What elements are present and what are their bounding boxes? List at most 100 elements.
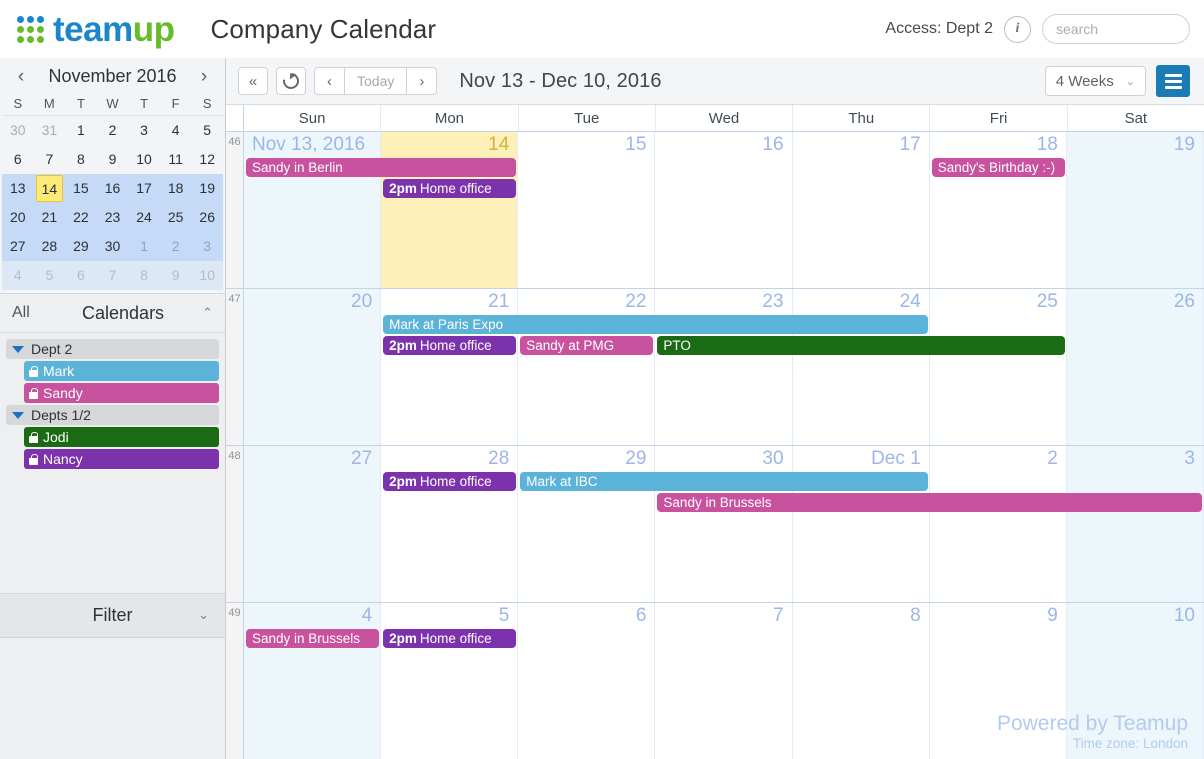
mini-day-cell[interactable]: 26 [191,203,223,232]
mini-day-cell[interactable]: 3 [128,116,160,145]
triangle-down-icon[interactable] [12,411,24,419]
event-title: Mark at Paris Expo [389,317,504,332]
mini-day-cell[interactable]: 27 [2,232,34,261]
calendar-event[interactable]: 2pm Home office [383,179,517,198]
mini-day-cell[interactable]: 7 [34,145,66,174]
view-select[interactable]: 4 Weeks ⌄ [1044,66,1146,96]
day-number: 30 [762,448,784,469]
mini-day-cell[interactable]: 25 [160,203,192,232]
mini-day-cell[interactable]: 12 [191,145,223,174]
mini-day-cell[interactable]: 23 [97,203,129,232]
mini-day-cell[interactable]: 10 [128,145,160,174]
mini-day-cell[interactable]: 10 [191,261,223,290]
mini-day-cell[interactable]: 4 [2,261,34,290]
event-time: 2pm [389,338,417,353]
mini-day-cell[interactable]: 4 [160,116,192,145]
logo-text-team: team [53,9,133,49]
calendar-event[interactable]: 2pm Home office [383,472,517,491]
calendar-group-row[interactable]: Depts 1/2 [6,405,219,425]
refresh-icon [279,69,303,93]
mini-day-cell[interactable]: 7 [97,261,129,290]
mini-day-cell[interactable]: 24 [128,203,160,232]
week-days: Nov 13, 2016 14 15 16 17 18 19 Sandy in Berlin 2… [244,132,1204,288]
mini-day-cell[interactable]: 17 [128,174,160,203]
calendar-item[interactable]: Sandy [24,383,219,403]
day-number: Dec 1 [871,448,921,469]
info-icon[interactable]: i [1004,15,1031,43]
mini-day-cell[interactable]: 2 [160,232,192,261]
calendar-group-row[interactable]: Dept 2 [6,339,219,359]
calendar-event[interactable]: 2pm Home office [383,629,517,648]
mini-day-cell[interactable]: 8 [128,261,160,290]
mini-day-cell[interactable]: 18 [160,174,192,203]
mini-day-cell[interactable]: 5 [34,261,66,290]
mini-day-cell[interactable]: 15 [65,174,97,203]
calendar-group-label: Depts 1/2 [31,407,91,423]
mini-day-cell[interactable]: 3 [191,232,223,261]
page-title: Company Calendar [210,13,437,44]
mini-day-cell[interactable]: 28 [34,232,66,261]
calendar-item[interactable]: Nancy [24,449,219,469]
teamup-logo[interactable]: teamup [0,9,175,49]
mini-day-cell[interactable]: 30 [2,116,34,145]
chevron-up-icon[interactable]: ⌃ [202,305,213,321]
search-box[interactable] [1042,14,1204,44]
chevron-down-icon: ⌄ [1125,75,1135,88]
event-title: Home office [419,474,492,489]
mini-day-cell[interactable]: 6 [2,145,34,174]
mini-day-cell[interactable]: 1 [65,116,97,145]
mini-day-cell[interactable]: 13 [2,174,34,203]
mini-day-cell[interactable]: 29 [65,232,97,261]
mini-day-today[interactable]: 14 [35,175,64,202]
mini-day-cell[interactable]: 11 [160,145,192,174]
mini-day-cell[interactable]: 5 [191,116,223,145]
today-button[interactable]: Today [345,67,408,95]
refresh-button[interactable] [276,67,306,95]
search-input[interactable] [1056,21,1204,37]
calendar-event[interactable]: PTO [657,336,1065,355]
calendar-event[interactable]: Sandy at PMG [520,336,654,355]
mini-day-cell[interactable]: 19 [191,174,223,203]
mini-day-cell[interactable]: 8 [65,145,97,174]
calendar-event[interactable]: Sandy in Berlin [246,158,517,177]
mini-day-cell[interactable]: 9 [97,145,129,174]
mini-dow-cell: S [13,96,23,111]
day-number: 25 [1036,291,1058,312]
calendar-item[interactable]: Mark [24,361,219,381]
prev-period-button[interactable]: ‹ [314,67,345,95]
mini-day-cell[interactable]: 1 [128,232,160,261]
calendar-event[interactable]: Sandy's Birthday :-) [931,158,1065,177]
mini-day-cell[interactable]: 22 [65,203,97,232]
filter-panel-header[interactable]: Filter ⌄ [0,593,225,638]
mini-day-cell[interactable]: 30 [97,232,129,261]
next-period-button[interactable]: › [407,67,438,95]
mini-day-cell[interactable]: 6 [65,261,97,290]
lock-icon [29,431,38,443]
triangle-down-icon[interactable] [12,345,24,353]
mini-next-month-button[interactable]: › [195,67,213,86]
day-number: 5 [498,605,510,626]
collapse-sidebar-button[interactable]: « [238,67,268,95]
week-events-layer: 2pm Home office Mark at IBC Sandy in Brusse… [244,472,1204,602]
chevron-down-icon[interactable]: ⌄ [198,607,209,623]
mini-prev-month-button[interactable]: ‹ [12,67,30,86]
event-title: Sandy at PMG [526,338,615,353]
mini-day-cell[interactable]: 9 [160,261,192,290]
mini-day-cell[interactable]: 2 [97,116,129,145]
mini-day-cell[interactable]: 31 [34,116,66,145]
day-number: 29 [625,448,647,469]
mini-day-cell[interactable]: 16 [97,174,129,203]
calendar-event[interactable]: Sandy in Brussels [657,493,1202,512]
calendar-event[interactable]: Sandy in Brussels [246,629,380,648]
mini-calendar-dow-row: SMTWTFS [2,94,223,116]
dow-header-cell: Sun [244,105,382,131]
calendar-event[interactable]: 2pm Home office [383,336,517,355]
day-of-week-header: Sun Mon Tue Wed Thu Fri Sat [226,105,1204,132]
app-header: teamup Company Calendar Access: Dept 2 i [0,0,1204,58]
calendar-item[interactable]: Jodi [24,427,219,447]
calendar-event[interactable]: Mark at Paris Expo [383,315,928,334]
mini-day-cell[interactable]: 20 [2,203,34,232]
menu-button[interactable] [1156,65,1190,97]
mini-day-cell[interactable]: 21 [34,203,66,232]
calendar-event[interactable]: Mark at IBC [520,472,928,491]
